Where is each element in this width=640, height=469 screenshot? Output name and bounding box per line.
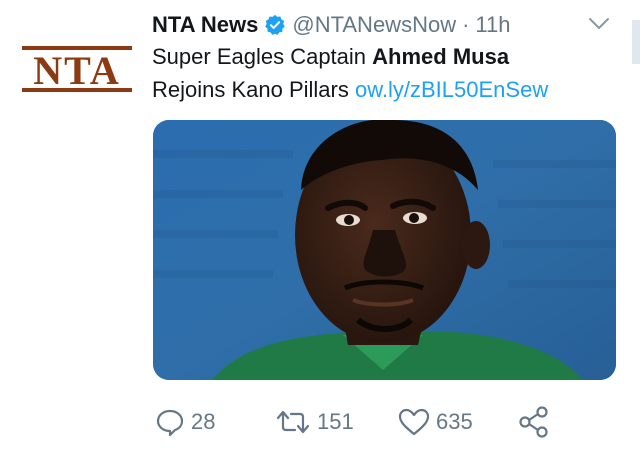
tweet-photo[interactable] [153, 120, 616, 380]
chevron-down-icon[interactable] [588, 16, 610, 32]
heart-icon [398, 408, 430, 436]
reply-count: 28 [191, 409, 216, 434]
tweet-actions: 28 151 635 [0, 404, 640, 444]
tweet-text-bold: Ahmed Musa [372, 44, 510, 69]
share-button[interactable] [518, 404, 558, 440]
tweet-link[interactable]: ow.ly/zBIL50EnSew [355, 77, 548, 102]
separator: · [462, 12, 470, 37]
player-photo-image [153, 120, 616, 380]
verified-badge-icon [264, 14, 286, 36]
author-name[interactable]: NTA News [152, 12, 258, 38]
timestamp[interactable]: 11h [475, 12, 510, 38]
tweet-header: NTA News @NTANewsNow · 11h [152, 10, 511, 40]
author-handle[interactable]: @NTANewsNow [292, 12, 456, 38]
tweet-text-part2: Rejoins Kano Pillars [152, 77, 355, 102]
nta-logo: NTA [22, 46, 132, 93]
retweet-button[interactable]: 151 [275, 404, 354, 440]
avatar[interactable]: NTA [22, 46, 132, 93]
share-icon [519, 406, 548, 438]
reply-button[interactable]: 28 [155, 404, 215, 440]
retweet-icon [276, 410, 310, 434]
tweet-text-part1: Super Eagles Captain [152, 44, 373, 69]
retweet-count: 151 [317, 409, 354, 434]
reply-icon [156, 409, 184, 437]
tweet-text: Super Eagles Captain Ahmed Musa Rejoins … [152, 40, 622, 106]
like-button[interactable]: 635 [398, 404, 473, 440]
like-count: 635 [436, 409, 473, 434]
scrollbar[interactable] [632, 20, 640, 64]
svg-text:NTA: NTA [33, 48, 120, 92]
